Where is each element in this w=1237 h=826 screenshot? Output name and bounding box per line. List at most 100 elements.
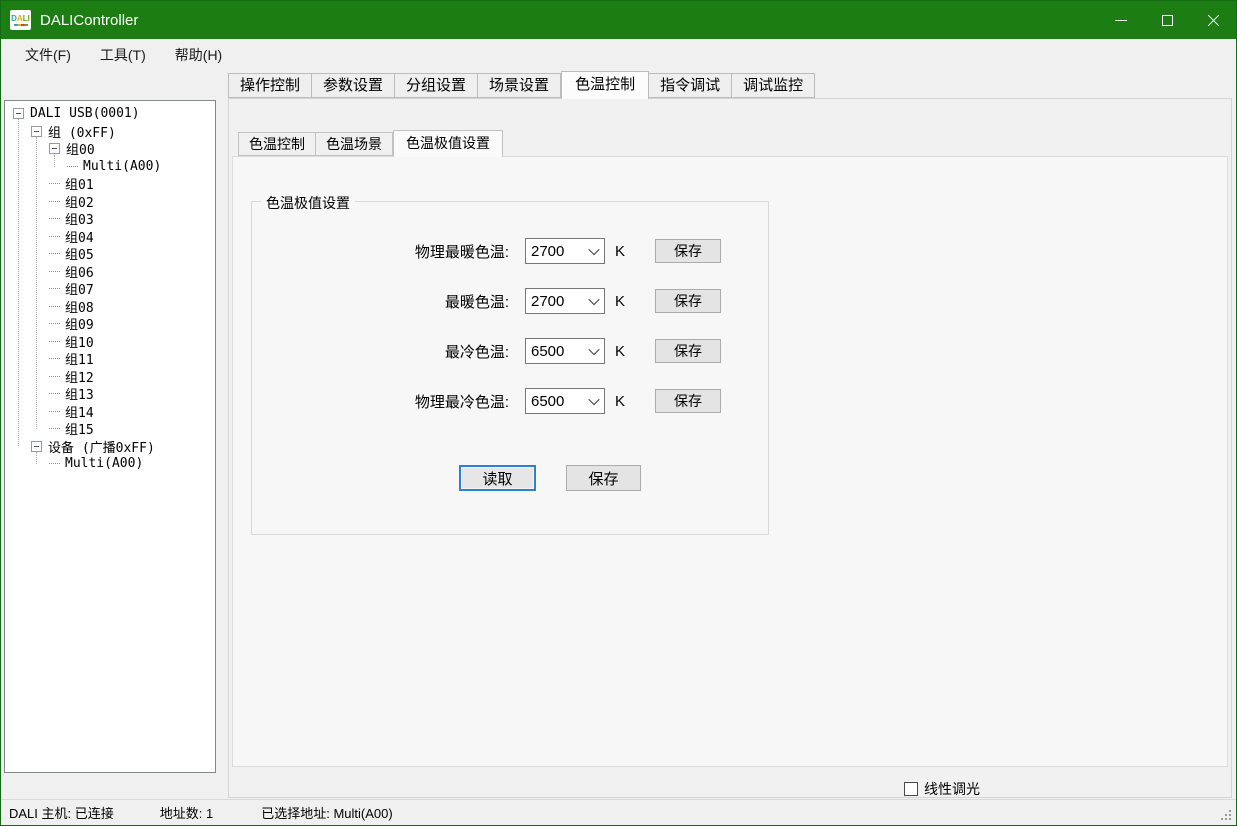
main-tab[interactable]: 参数设置	[312, 73, 395, 98]
color-temp-dropdown[interactable]: 6500	[525, 388, 605, 414]
tree-item-label: 组03	[65, 209, 94, 228]
row-save-button[interactable]: 保存	[655, 389, 721, 413]
tree-connector	[49, 306, 60, 307]
tree-item[interactable]: 组12	[5, 368, 215, 386]
tree-item[interactable]: 组08	[5, 298, 215, 316]
tree-connector	[49, 428, 60, 429]
collapse-icon[interactable]	[49, 143, 60, 154]
color-temp-dropdown[interactable]: 6500	[525, 338, 605, 364]
maximize-button[interactable]	[1144, 1, 1190, 39]
tree-item-label: 组10	[65, 332, 94, 351]
tree-connector	[49, 358, 60, 359]
tree-item-label: 组00	[66, 139, 95, 158]
device-tree-panel: DALI USB(0001) 组 (0xFF) 组00 Multi(A00) 组…	[4, 100, 216, 773]
close-button[interactable]	[1190, 1, 1236, 39]
tree-item[interactable]: 组01	[5, 175, 215, 193]
tree-item[interactable]: DALI USB(0001)	[5, 105, 215, 123]
row-save-button[interactable]: 保存	[655, 289, 721, 313]
menu-item[interactable]: 帮助(H)	[163, 45, 234, 65]
tree-item-label: 设备 (广播0xFF)	[48, 437, 155, 456]
linear-dimming-option[interactable]: 线性调光	[904, 779, 980, 799]
chevron-down-icon[interactable]	[584, 239, 604, 263]
resize-grip[interactable]	[1229, 818, 1231, 820]
tree-item[interactable]: 组11	[5, 350, 215, 368]
field-label: 物理最冷色温:	[252, 391, 525, 412]
groupbox-title: 色温极值设置	[261, 193, 355, 213]
read-button[interactable]: 读取	[459, 465, 536, 491]
collapse-icon[interactable]	[31, 441, 42, 452]
tree-connector	[49, 411, 60, 412]
tree-connector	[49, 393, 60, 394]
chevron-down-icon[interactable]	[584, 339, 604, 363]
tree-item[interactable]: 组06	[5, 263, 215, 281]
field-label: 最冷色温:	[252, 341, 525, 362]
tree-item-label: 组05	[65, 244, 94, 263]
minimize-icon	[1115, 20, 1127, 21]
tree-item-label: Multi(A00)	[83, 159, 161, 174]
tree-item[interactable]: 组04	[5, 228, 215, 246]
tree-item[interactable]: 组10	[5, 333, 215, 351]
chevron-down-icon[interactable]	[584, 389, 604, 413]
tree-item[interactable]: 组03	[5, 210, 215, 228]
app-logo-icon: DALI	[10, 10, 31, 30]
main-tab[interactable]: 操作控制	[228, 73, 312, 98]
color-temp-dropdown[interactable]: 2700	[525, 288, 605, 314]
chevron-down-icon[interactable]	[584, 289, 604, 313]
save-all-button[interactable]: 保存	[566, 465, 641, 491]
row-save-button[interactable]: 保存	[655, 239, 721, 263]
menu-item[interactable]: 工具(T)	[88, 45, 158, 65]
close-icon	[1207, 14, 1220, 27]
collapse-icon[interactable]	[31, 126, 42, 137]
tree-item-label: 组04	[65, 227, 94, 246]
sub-tab[interactable]: 色温场景	[316, 132, 393, 156]
main-tab[interactable]: 调试监控	[732, 73, 815, 98]
form-row: 物理最冷色温: 6500 K 保存	[252, 388, 768, 414]
extreme-value-groupbox: 色温极值设置 物理最暖色温: 2700 K 保存 最暖色温:	[251, 201, 769, 535]
sub-tab[interactable]: 色温极值设置	[393, 130, 503, 157]
device-tree: DALI USB(0001) 组 (0xFF) 组00 Multi(A00) 组…	[5, 101, 215, 473]
unit-label: K	[615, 393, 635, 410]
status-selected-address: 已选择地址: Multi(A00)	[261, 803, 392, 822]
tree-connector	[49, 236, 60, 237]
tree-connector	[67, 166, 78, 167]
collapse-icon[interactable]	[13, 108, 24, 119]
minimize-button[interactable]	[1098, 1, 1144, 39]
main-tab[interactable]: 色温控制	[561, 71, 649, 99]
window-title: DALIController	[40, 12, 138, 29]
dropdown-value: 6500	[526, 393, 584, 410]
main-tab[interactable]: 分组设置	[395, 73, 478, 98]
sub-tab[interactable]: 色温控制	[238, 132, 316, 156]
tree-item[interactable]: 组13	[5, 385, 215, 403]
main-tab-bar: 操作控制参数设置分组设置场景设置色温控制指令调试调试监控	[228, 72, 815, 98]
linear-dimming-label: 线性调光	[924, 779, 980, 799]
main-tab[interactable]: 场景设置	[478, 73, 561, 98]
menu-item[interactable]: 文件(F)	[13, 45, 83, 65]
linear-dimming-checkbox[interactable]	[904, 782, 918, 796]
color-temp-dropdown[interactable]: 2700	[525, 238, 605, 264]
tree-item[interactable]: 组05	[5, 245, 215, 263]
tree-connector	[49, 288, 60, 289]
tree-item-label: 组06	[65, 262, 94, 281]
menu-bar: 文件(F)工具(T)帮助(H)	[1, 39, 1236, 71]
tree-item[interactable]: 组 (0xFF)	[5, 123, 215, 141]
tree-item[interactable]: 组07	[5, 280, 215, 298]
tree-item[interactable]: Multi(A00)	[5, 455, 215, 473]
tree-item[interactable]: 设备 (广播0xFF)	[5, 438, 215, 456]
tree-item-label: 组07	[65, 279, 94, 298]
app-window: DALI DALIController 文件(F)工具(T)帮助(H) DALI…	[0, 0, 1237, 826]
row-save-button[interactable]: 保存	[655, 339, 721, 363]
tree-item[interactable]: 组09	[5, 315, 215, 333]
status-address-count: 地址数: 1	[160, 803, 213, 822]
main-tab[interactable]: 指令调试	[649, 73, 732, 98]
tree-item[interactable]: 组02	[5, 193, 215, 211]
tree-item[interactable]: Multi(A00)	[5, 158, 215, 176]
tree-item-label: 组11	[65, 349, 94, 368]
tree-item[interactable]: 组00	[5, 140, 215, 158]
form-row: 最暖色温: 2700 K 保存	[252, 288, 768, 314]
tree-item[interactable]: 组14	[5, 403, 215, 421]
tree-item-label: 组12	[65, 367, 94, 386]
field-label: 物理最暖色温:	[252, 241, 525, 262]
tree-item[interactable]: 组15	[5, 420, 215, 438]
tree-item-label: 组 (0xFF)	[48, 122, 116, 141]
tree-item-label: 组09	[65, 314, 94, 333]
